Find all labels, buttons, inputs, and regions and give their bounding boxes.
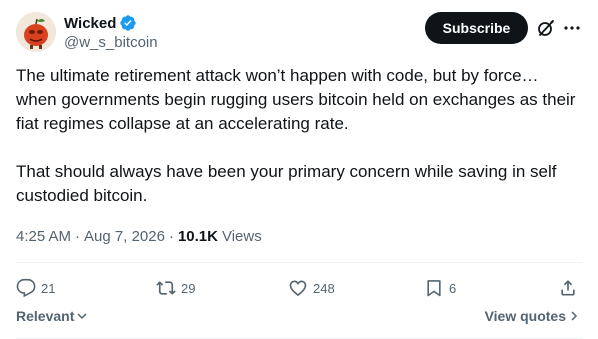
views-count: 10.1K [177, 227, 218, 245]
sort-relevant-dropdown[interactable]: Relevant [16, 308, 88, 324]
reply-count: 21 [41, 280, 56, 296]
grok-icon[interactable] [536, 18, 556, 38]
tweet-footer: Relevant View quotes [16, 308, 582, 328]
heart-icon [289, 280, 307, 297]
more-icon[interactable] [562, 18, 582, 38]
reply-button[interactable]: 21 [16, 272, 55, 304]
chevron-down-icon [77, 313, 87, 320]
bookmark-count: 6 [449, 280, 457, 296]
view-quotes-link[interactable]: View quotes [485, 308, 580, 324]
author-names: Wicked @w_s_bitcoin [64, 13, 158, 52]
meta-separator-2: · [168, 227, 174, 245]
sort-label: Relevant [16, 308, 75, 324]
tweet-time[interactable]: 4:25 AM [16, 228, 71, 245]
bookmark-button[interactable]: 6 [424, 272, 456, 304]
view-quotes-label: View quotes [484, 308, 566, 324]
repost-count: 29 [181, 280, 196, 296]
repost-button[interactable]: 29 [156, 272, 195, 304]
author-handle[interactable]: @w_s_bitcoin [64, 34, 158, 51]
like-count: 248 [313, 280, 335, 296]
share-button[interactable] [558, 272, 578, 304]
tweet-header: Wicked @w_s_bitcoin Subscribe [16, 12, 582, 56]
tweet-text: The ultimate retirement attack won’t hap… [16, 66, 576, 205]
meta-separator: · [75, 227, 81, 245]
display-name[interactable]: Wicked [64, 15, 116, 32]
verified-badge-icon[interactable] [119, 14, 137, 32]
action-bar: 21 29 248 6 [16, 272, 582, 304]
avatar[interactable] [16, 12, 56, 52]
like-button[interactable]: 248 [288, 272, 335, 304]
share-icon [561, 280, 575, 296]
divider-top [16, 262, 582, 263]
repost-icon [156, 281, 176, 295]
apple-avatar-image [16, 12, 56, 52]
views-label: Views [221, 227, 262, 245]
tweet-date[interactable]: Aug 7, 2026 [84, 228, 165, 245]
bookmark-icon [427, 280, 441, 297]
chevron-right-icon [571, 311, 578, 321]
subscribe-button[interactable]: Subscribe [425, 12, 528, 44]
reply-icon [16, 278, 36, 298]
tweet-meta: 4:25 AM · Aug 7, 2026 · 10.1K Views [16, 226, 262, 246]
